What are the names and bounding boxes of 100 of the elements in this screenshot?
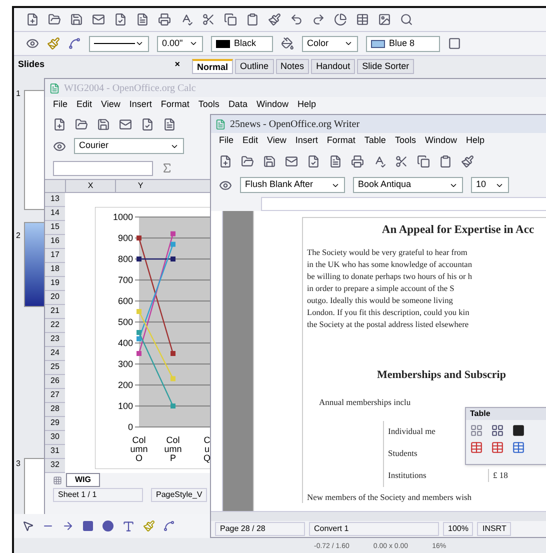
body-text-line: New members of the Society and members wish bbox=[307, 490, 473, 504]
view-tab[interactable]: Outline bbox=[235, 59, 274, 74]
menu-item[interactable]: Tools bbox=[394, 134, 416, 148]
paint-bucket-icon[interactable] bbox=[281, 37, 294, 50]
pie-chart-icon[interactable] bbox=[334, 13, 347, 26]
sheet-tab[interactable]: WIG bbox=[66, 473, 100, 487]
menu-item[interactable]: Window bbox=[256, 98, 288, 112]
paragraph-style-dropdown[interactable]: Flush Blank After bbox=[240, 177, 345, 193]
printer-icon[interactable] bbox=[351, 154, 364, 168]
line-width-field[interactable]: 0.00" bbox=[157, 36, 203, 52]
eye-icon[interactable] bbox=[53, 140, 66, 152]
brush-icon[interactable] bbox=[268, 13, 281, 26]
save-icon[interactable] bbox=[70, 13, 83, 26]
cut-icon[interactable] bbox=[202, 13, 215, 26]
sheet-nav-icon[interactable] bbox=[53, 476, 62, 484]
connector-icon[interactable] bbox=[163, 520, 175, 532]
app-icon bbox=[49, 82, 60, 94]
spellcheck-icon[interactable] bbox=[373, 154, 386, 168]
menu-item[interactable]: Insert bbox=[295, 134, 318, 148]
area-fill-dropdown[interactable]: Blue 8 bbox=[366, 36, 440, 52]
document-check-icon[interactable] bbox=[141, 118, 154, 130]
font-name-dropdown[interactable]: Book Antiqua bbox=[353, 177, 463, 193]
font-size-dropdown[interactable]: 10 bbox=[471, 177, 509, 193]
document-icon[interactable] bbox=[136, 13, 149, 26]
color-swatch bbox=[371, 40, 385, 48]
menu-item[interactable]: Help bbox=[466, 134, 484, 148]
brush-icon[interactable] bbox=[461, 154, 474, 168]
menu-item[interactable]: Tools bbox=[198, 98, 220, 112]
view-tab[interactable]: Notes bbox=[276, 59, 310, 74]
body-text-line: the Society at the postal address listed elsewhere bbox=[307, 319, 470, 332]
view-tab[interactable]: Normal bbox=[192, 59, 234, 74]
menu-item[interactable]: Edit bbox=[242, 134, 258, 148]
menu-item[interactable]: Data bbox=[228, 98, 248, 112]
axis-tick-label: 900 bbox=[118, 233, 133, 243]
eye-icon[interactable] bbox=[26, 37, 39, 50]
paste-icon[interactable] bbox=[246, 13, 259, 26]
close-button[interactable]: × bbox=[174, 58, 180, 72]
table-icon[interactable] bbox=[356, 13, 369, 26]
menu-item[interactable]: Edit bbox=[76, 98, 92, 112]
line-color-dropdown[interactable]: Black bbox=[211, 36, 273, 52]
font-name-dropdown[interactable]: Courier bbox=[74, 138, 184, 154]
table-grid-icon[interactable] bbox=[470, 424, 483, 437]
menu-item[interactable]: View bbox=[101, 98, 120, 112]
brush-icon[interactable] bbox=[47, 37, 60, 50]
ellipse-icon[interactable] bbox=[102, 520, 114, 532]
borders-icon[interactable] bbox=[491, 424, 504, 437]
document-check-icon[interactable] bbox=[114, 13, 127, 26]
copy-icon[interactable] bbox=[417, 154, 430, 168]
paste-icon[interactable] bbox=[439, 154, 452, 168]
menu-item[interactable]: File bbox=[219, 134, 234, 148]
menu-item[interactable]: Insert bbox=[129, 98, 152, 112]
menu-item[interactable]: Format bbox=[326, 134, 356, 148]
arrow-icon[interactable] bbox=[62, 520, 74, 532]
search-icon[interactable] bbox=[400, 13, 413, 26]
spellcheck-icon[interactable] bbox=[180, 13, 193, 26]
column-header[interactable]: Y bbox=[115, 180, 165, 192]
save-icon[interactable] bbox=[97, 118, 110, 130]
mail-icon[interactable] bbox=[285, 154, 298, 168]
document-check-icon[interactable] bbox=[307, 154, 320, 168]
menu-item[interactable]: Table bbox=[364, 134, 386, 148]
body-text-line: be willing to donate perhaps two hours of his or h bbox=[307, 271, 473, 284]
column-header[interactable]: X bbox=[65, 180, 115, 192]
folder-icon[interactable] bbox=[48, 13, 61, 26]
printer-icon[interactable] bbox=[158, 13, 171, 26]
fill-icon[interactable] bbox=[512, 424, 525, 437]
redo-icon[interactable] bbox=[312, 13, 325, 26]
undo-icon[interactable] bbox=[290, 13, 303, 26]
menu-item[interactable]: Help bbox=[297, 98, 316, 112]
point bbox=[136, 330, 142, 335]
sum-icon[interactable] bbox=[161, 162, 173, 174]
horizontal-scrollbar[interactable] bbox=[211, 511, 546, 521]
menu-item[interactable]: Window bbox=[424, 134, 457, 148]
area-style-dropdown[interactable]: Color bbox=[302, 36, 358, 52]
image-icon[interactable] bbox=[378, 13, 391, 26]
menu-item[interactable]: View bbox=[267, 134, 286, 148]
mail-icon[interactable] bbox=[92, 13, 105, 26]
document-icon[interactable] bbox=[163, 118, 176, 130]
text-icon[interactable] bbox=[122, 520, 135, 532]
new-file-icon[interactable] bbox=[53, 118, 66, 130]
table-cell: £ 18 bbox=[493, 470, 508, 480]
eye-icon[interactable] bbox=[219, 178, 232, 192]
folder-icon[interactable] bbox=[75, 118, 88, 130]
status-text: Sheet 1 / 1 bbox=[53, 488, 143, 502]
rectangle-icon[interactable] bbox=[82, 520, 94, 532]
line-style-dropdown[interactable] bbox=[89, 36, 149, 52]
axis-tick-label: 100 bbox=[118, 401, 133, 411]
view-tab[interactable]: Handout bbox=[311, 59, 356, 74]
menu-item[interactable]: Format bbox=[160, 98, 190, 112]
line-style-icon[interactable] bbox=[68, 37, 81, 50]
view-tab[interactable]: Slide Sorter bbox=[357, 59, 414, 74]
new-file-icon[interactable] bbox=[26, 13, 39, 26]
pointer-icon[interactable] bbox=[22, 520, 34, 532]
folder-icon[interactable] bbox=[241, 154, 254, 168]
save-icon[interactable] bbox=[263, 154, 276, 168]
new-file-icon[interactable] bbox=[219, 154, 232, 168]
mail-icon[interactable] bbox=[119, 118, 132, 130]
document-icon[interactable] bbox=[329, 154, 342, 168]
cut-icon[interactable] bbox=[395, 154, 408, 168]
menu-item[interactable]: File bbox=[53, 98, 68, 112]
copy-icon[interactable] bbox=[224, 13, 237, 26]
